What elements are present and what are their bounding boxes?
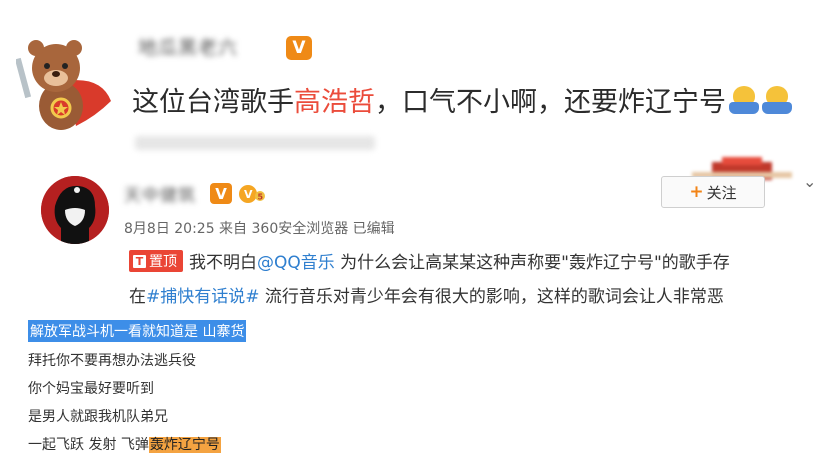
post-body-line-1: T 置顶 我不明白@QQ音乐 为什么会让高某某这种声称要"轰炸辽宁号"的歌手存 (129, 248, 730, 273)
bear-avatar[interactable] (16, 36, 122, 136)
lyric-line: 一起飞跃 发射 飞弹轰炸辽宁号 (28, 434, 221, 454)
emoji-shrug-icon (762, 86, 792, 116)
lyric-text: 一起飞跃 发射 飞弹 (28, 437, 149, 453)
top-text-after: ，口气不小啊，还要炸辽宁号 (375, 87, 726, 118)
pinned-badge: T 置顶 (129, 250, 183, 272)
lyric-highlight: 轰炸辽宁号 (148, 437, 221, 453)
lyric-line: 是男人就跟我机队弟兄 (28, 409, 168, 425)
blurred-text-line (135, 136, 375, 150)
top-username[interactable]: 地瓜黑老六 (138, 33, 238, 60)
post-username[interactable]: 天中健筑 (124, 181, 196, 206)
top-text-highlight: 高浩哲 (294, 87, 375, 118)
follow-button[interactable]: + 关注 (661, 176, 765, 208)
body-text: 流行音乐对青少年会有很大的影响，这样的歌词会让人非常恶 (259, 287, 724, 307)
pinned-label: 置顶 (149, 254, 177, 270)
plus-icon: + (689, 182, 704, 202)
post-body-line-2: 在#捕快有话说# 流行音乐对青少年会有很大的影响，这样的歌词会让人非常恶 (129, 282, 724, 307)
pin-arrow-icon: T (133, 255, 146, 268)
lyric-line: 你个妈宝最好要听到 (28, 381, 154, 397)
post-meta: 8月8日 20:25 来自 360安全浏览器 已编辑 (124, 221, 395, 237)
svg-text:V: V (244, 188, 253, 201)
user-avatar[interactable] (41, 176, 109, 244)
hashtag-link[interactable]: #捕快有话说# (146, 287, 260, 307)
svg-text:5: 5 (258, 193, 264, 202)
vip-crown-icon: V 5 (239, 185, 265, 203)
chevron-down-icon[interactable]: ⌄ (803, 172, 817, 191)
lyric-line: 拜托你不要再想办法逃兵役 (28, 353, 196, 369)
emoji-shrug-icon (729, 86, 759, 116)
verified-badge-icon: V (210, 183, 232, 204)
body-text: 为什么会让高某某这种声称要"轰炸辽宁号"的歌手存 (334, 253, 730, 273)
body-text: 我不明白 (189, 253, 257, 273)
mention-link[interactable]: @QQ音乐 (257, 253, 335, 273)
top-post-text: 这位台湾歌手高浩哲，口气不小啊，还要炸辽宁号 (132, 80, 792, 119)
top-text-before: 这位台湾歌手 (132, 87, 294, 118)
follow-label: 关注 (706, 183, 737, 202)
verified-badge-icon: V (286, 36, 312, 60)
lyric-line-selected: 解放军战斗机一看就知道是 山寨货 (28, 320, 247, 342)
body-text: 在 (129, 287, 146, 307)
